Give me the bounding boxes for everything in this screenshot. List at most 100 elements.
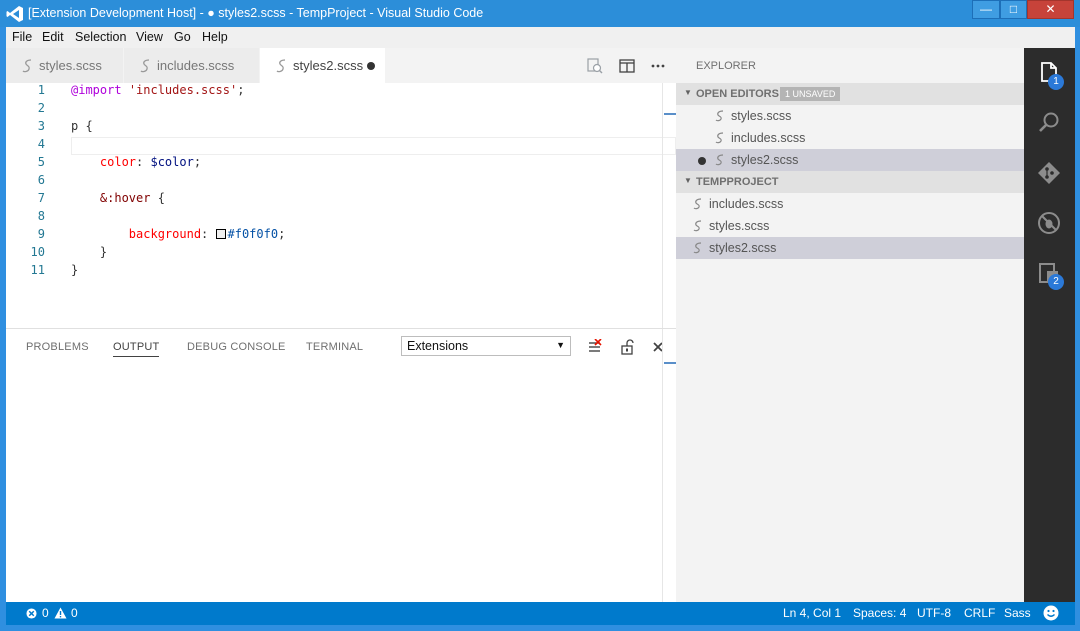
activity-bar: 1 2 [1024, 48, 1075, 602]
language-mode[interactable]: Sass [1004, 606, 1031, 620]
code-line: 9 background: #f0f0f0; [6, 227, 662, 245]
explorer-badge: 1 [1048, 74, 1064, 90]
menu-file[interactable]: File [12, 30, 32, 44]
status-bar: 0 0 Ln 4, Col 1 Spaces: 4 UTF-8 CRLF Sas… [6, 602, 1075, 625]
project-folder-header[interactable]: ▼ TEMPPROJECT [676, 171, 1024, 193]
lock-icon[interactable] [619, 339, 635, 355]
file-tree-item[interactable]: styles.scss [676, 215, 1024, 237]
line-number: 9 [37, 227, 45, 241]
window-title: [Extension Development Host] - ● styles2… [28, 6, 484, 20]
code-line: 5 color: $color; [6, 155, 662, 173]
code-line: 6 [6, 173, 662, 191]
unsaved-badge: 1 UNSAVED [780, 87, 841, 101]
color-swatch[interactable] [215, 229, 226, 239]
git-icon[interactable] [1036, 160, 1062, 186]
tab-styles-scss[interactable]: styles.scss [6, 48, 124, 83]
tab-styles2-scss[interactable]: styles2.scss [260, 48, 386, 83]
menu-edit[interactable]: Edit [42, 30, 64, 44]
line-endings[interactable]: CRLF [964, 606, 995, 620]
line-number: 6 [37, 173, 45, 187]
smiley-icon[interactable] [1043, 605, 1059, 621]
maximize-button[interactable]: □ [1000, 0, 1027, 19]
encoding[interactable]: UTF-8 [917, 606, 951, 620]
indentation[interactable]: Spaces: 4 [853, 606, 906, 620]
more-actions-icon[interactable] [649, 57, 667, 75]
menu-view[interactable]: View [136, 30, 163, 44]
line-number: 10 [30, 245, 45, 259]
code-line: 10 } [6, 245, 662, 263]
code-line: 8 [6, 209, 662, 227]
unsaved-dot-icon[interactable] [698, 157, 706, 165]
menu-go[interactable]: Go [174, 30, 191, 44]
section-label: TEMPPROJECT [696, 176, 779, 188]
sass-file-icon [715, 154, 724, 166]
minimize-button[interactable]: — [972, 0, 1000, 19]
sass-file-icon [140, 59, 150, 73]
bottom-panel: PROBLEMS OUTPUT DEBUG CONSOLE TERMINAL E… [6, 328, 677, 603]
code-line: 3 p { [6, 119, 662, 137]
code-text: &:hover { [99, 191, 165, 205]
search-icon[interactable] [1036, 110, 1062, 136]
code-line: 1 @import 'includes.scss'; [6, 83, 662, 101]
file-name: styles2.scss [709, 241, 777, 255]
vscode-window: [Extension Development Host] - ● styles2… [0, 0, 1080, 631]
code-text: p { [71, 119, 93, 133]
section-label: OPEN EDITORS [696, 88, 779, 100]
error-count[interactable]: 0 [42, 606, 49, 620]
panel-tab-output[interactable]: OUTPUT [113, 341, 160, 357]
sass-file-icon [693, 198, 702, 210]
output-channel-select[interactable]: Extensions ▼ [401, 336, 571, 356]
split-editor-icon[interactable] [618, 57, 636, 75]
line-number: 3 [37, 119, 45, 133]
file-name: styles2.scss [731, 153, 799, 167]
editor-tabs: styles.scss includes.scss styles2.scss [6, 48, 676, 83]
open-editor-item[interactable]: includes.scss [676, 127, 1024, 149]
file-name: includes.scss [731, 131, 806, 145]
open-changes-icon[interactable] [586, 57, 604, 75]
code-text: background: #f0f0f0; [128, 227, 286, 241]
editor-scrollbar[interactable] [662, 83, 677, 328]
warning-icon[interactable] [54, 607, 67, 619]
panel-scrollbar[interactable] [662, 329, 677, 603]
open-editor-item[interactable]: styles2.scss [676, 149, 1024, 171]
file-tree-item[interactable]: styles2.scss [676, 237, 1024, 259]
code-text: } [71, 263, 79, 277]
code-line: 7 &:hover { [6, 191, 662, 209]
error-icon[interactable] [26, 608, 37, 619]
debug-icon[interactable] [1036, 210, 1062, 236]
code-editor[interactable]: 1 @import 'includes.scss'; 2 3 p { 4 5 c… [6, 83, 676, 328]
line-number: 4 [37, 137, 45, 151]
output-channel-value: Extensions [407, 339, 469, 353]
open-editors-header[interactable]: ▼ OPEN EDITORS 1 UNSAVED [676, 83, 1024, 105]
sass-file-icon [693, 220, 702, 232]
file-tree-item[interactable]: includes.scss [676, 193, 1024, 215]
tab-label: includes.scss [157, 58, 235, 73]
menu-help[interactable]: Help [202, 30, 228, 44]
line-number: 1 [37, 83, 45, 97]
menu-selection[interactable]: Selection [75, 30, 126, 44]
chevron-down-icon: ▼ [684, 88, 692, 97]
tab-label: styles.scss [39, 58, 102, 73]
warning-count[interactable]: 0 [71, 606, 78, 620]
sass-file-icon [715, 132, 724, 144]
explorer-title: EXPLORER [696, 60, 756, 72]
code-line: 11 } [6, 263, 662, 281]
editor-area: styles.scss includes.scss styles2.scss 1… [6, 48, 677, 603]
open-editor-item[interactable]: styles.scss [676, 105, 1024, 127]
panel-tab-debug-console[interactable]: DEBUG CONSOLE [187, 341, 286, 353]
code-text: color: $color; [99, 155, 202, 169]
unsaved-dot-icon[interactable] [367, 62, 375, 70]
panel-tab-terminal[interactable]: TERMINAL [306, 341, 363, 353]
chevron-down-icon: ▼ [556, 340, 565, 350]
clear-output-icon[interactable] [587, 339, 603, 355]
explorer-sidebar: EXPLORER ▼ OPEN EDITORS 1 UNSAVED styles… [676, 48, 1024, 602]
close-window-button[interactable]: ✕ [1027, 0, 1074, 19]
sass-file-icon [715, 110, 724, 122]
file-name: styles.scss [731, 109, 792, 123]
cursor-position[interactable]: Ln 4, Col 1 [783, 606, 841, 620]
file-name: styles.scss [709, 219, 770, 233]
panel-tab-problems[interactable]: PROBLEMS [26, 341, 89, 353]
tab-includes-scss[interactable]: includes.scss [124, 48, 260, 83]
line-number: 11 [30, 263, 45, 277]
extensions-badge: 2 [1048, 274, 1064, 290]
